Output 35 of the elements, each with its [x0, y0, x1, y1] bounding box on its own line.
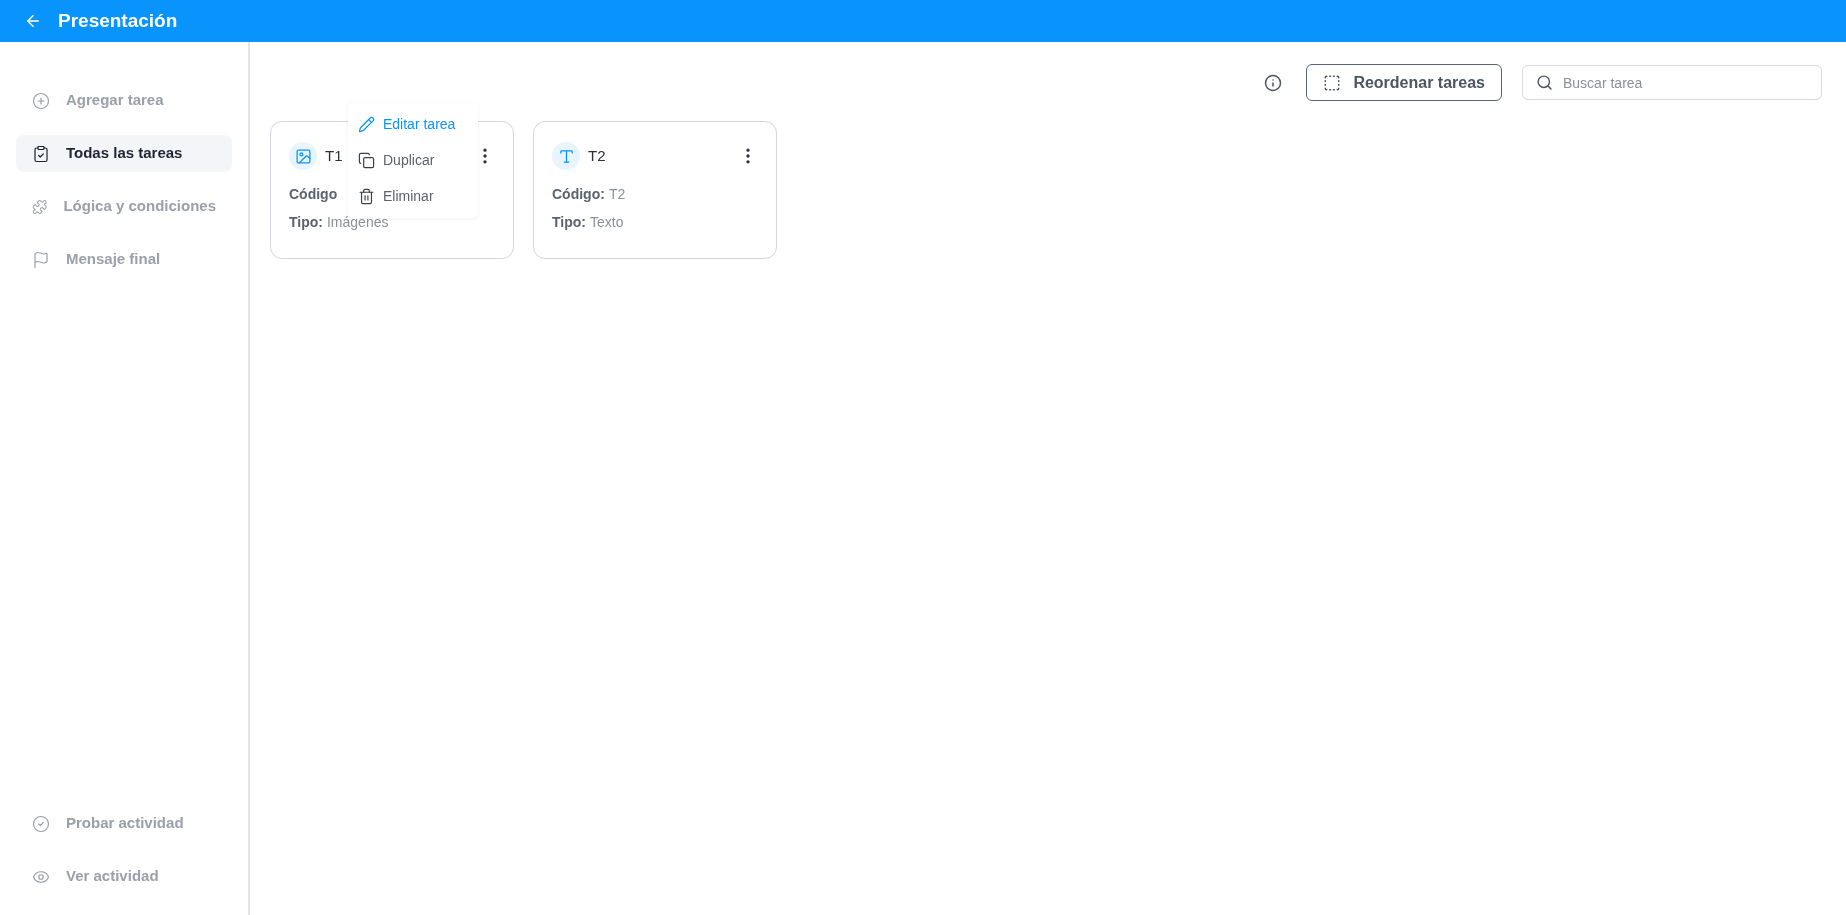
field-value: Imágenes	[326, 213, 389, 232]
copy-icon	[358, 151, 375, 169]
field-label: Código:	[552, 185, 605, 204]
image-icon	[289, 142, 317, 170]
search-field[interactable]: Buscar tarea	[1522, 65, 1822, 100]
menu-item[interactable]: Editar tarea	[348, 106, 478, 142]
text-icon	[552, 142, 580, 170]
plus-circle-icon	[32, 91, 50, 110]
check-circle-icon	[32, 814, 50, 833]
flag-icon	[32, 250, 50, 269]
field-label: Código	[289, 185, 338, 204]
sidebar-item[interactable]: Agregar tarea	[16, 82, 232, 119]
clipboard-icon	[32, 144, 50, 163]
field-label: Tipo:	[552, 213, 586, 232]
sidebar-item[interactable]: Todas las tareas	[16, 135, 232, 172]
sidebar-item[interactable]: Lógica y condiciones	[16, 188, 232, 225]
reorder-button[interactable]: Reordenar tareas	[1306, 64, 1502, 101]
sidebar-item[interactable]: Ver actividad	[16, 858, 232, 895]
pencil-icon	[358, 115, 375, 133]
card-title: T2	[588, 145, 606, 166]
field-value: T2	[608, 185, 626, 204]
field-label: Tipo:	[289, 213, 323, 232]
sidebar-item[interactable]: Probar actividad	[16, 805, 232, 842]
puzzle-icon	[32, 197, 48, 216]
trash-icon	[358, 187, 375, 205]
card-title: T1	[325, 145, 343, 166]
field-value: Texto	[589, 213, 624, 232]
sidebar-item[interactable]: Mensaje final	[16, 241, 232, 278]
search-icon	[1536, 74, 1553, 91]
menu-item[interactable]: Eliminar	[348, 178, 478, 214]
page-title: Presentación	[58, 8, 178, 33]
task-card[interactable]: T2 Código: T2 Tipo: Texto	[533, 121, 777, 259]
reorder-icon	[1323, 73, 1342, 92]
menu-item[interactable]: Duplicar	[348, 142, 478, 178]
info-icon[interactable]	[1264, 73, 1283, 92]
